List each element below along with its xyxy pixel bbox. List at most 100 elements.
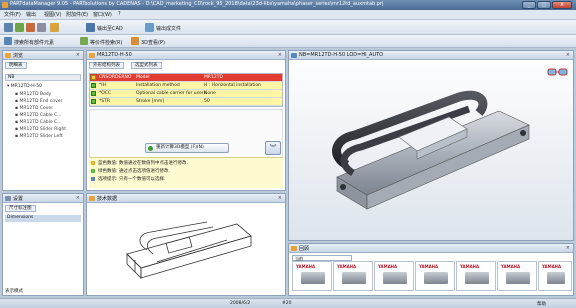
menu-window[interactable]: 窗口(W)	[93, 11, 112, 18]
thumbnail[interactable]: YAMAHA	[456, 261, 496, 291]
app-icon	[2, 2, 8, 8]
3d-model[interactable]	[329, 77, 539, 227]
print-icon[interactable]	[26, 23, 35, 32]
thumbnail-image	[342, 272, 366, 284]
table-row[interactable]: *IH Installation method H : Horizontal i…	[90, 82, 282, 90]
settings-panel-title: 设置	[13, 196, 24, 202]
tree-item-label: MR12TD End cover	[19, 99, 63, 104]
equal-search-button[interactable]: 等价件检索(R)	[90, 39, 122, 46]
orientation-glasses-icon[interactable]	[547, 67, 569, 79]
settings-panel: 设置 × 尺寸标注图 Dimensions 表示模式	[2, 193, 84, 296]
close-panel-icon[interactable]: ×	[76, 195, 80, 201]
thumbnail[interactable]: YAMAHA	[497, 261, 537, 291]
multi-search-button[interactable]: 搜索所有部件元素	[14, 39, 54, 46]
settings-icon[interactable]	[37, 23, 46, 32]
tree-item-label: MR12TD Cable C...	[19, 120, 62, 125]
tab-outline-list[interactable]: 外形结构列表	[89, 62, 124, 69]
menu-bar: 文件(F) 输出 视图(V) 附加件(E) 窗口(W) ?	[0, 10, 576, 20]
view-3d-button[interactable]: 3D查看(P)	[141, 39, 165, 46]
hint-text: 蓝色数值: 数值通过在数值列中点击进行修改.	[98, 161, 188, 166]
settings-icon	[5, 196, 11, 201]
export-table-button[interactable]: 输出成文件	[156, 25, 181, 32]
tree-item[interactable]: ▪ MR12TD Cover	[15, 106, 53, 111]
table-panel-title: MR12TD-H-50	[97, 52, 132, 58]
tab-dimension-drawing[interactable]: 尺寸标注图	[5, 205, 36, 212]
thumbnail-brand: YAMAHA	[337, 264, 357, 269]
row-value[interactable]: None	[204, 91, 216, 96]
tree-item[interactable]: ▪ MR12TD Cable C...	[15, 113, 62, 118]
parameter-table: CNSORDERNO Model MR12TD *IH Installation…	[89, 73, 283, 107]
help-icon[interactable]	[50, 23, 59, 32]
open-icon[interactable]	[4, 23, 13, 32]
lock-icon	[91, 75, 96, 80]
settings-panel-header: 设置 ×	[3, 194, 83, 203]
close-panel-icon[interactable]: ×	[278, 195, 282, 201]
row-value[interactable]: 50	[204, 99, 210, 104]
export-table-icon[interactable]	[145, 23, 154, 32]
close-panel-icon[interactable]: ×	[76, 52, 80, 58]
table-row[interactable]: *OCC Optional cable carrier for users No…	[90, 90, 282, 98]
display-mode-label: 表示模式	[5, 289, 23, 294]
tab-parts-list[interactable]: 明细表	[5, 62, 27, 69]
maximize-button[interactable]: □	[537, 1, 551, 9]
tree-root[interactable]: ▾ MR12TD-H-50	[7, 84, 42, 89]
menu-file[interactable]: 文件(F)	[4, 11, 21, 18]
menu-export[interactable]: 输出	[26, 11, 36, 18]
tree-item[interactable]: ▪ MR12TD Body	[15, 92, 51, 97]
collapse-chevron-icon[interactable]: ︾	[265, 141, 281, 155]
equal-search-icon[interactable]	[80, 37, 88, 45]
table-row[interactable]: *STR Stroke [mm] 50	[90, 98, 282, 106]
tree-item-label: MR12TD Cover	[19, 106, 54, 111]
tech-data-header: 技术数据 ×	[87, 194, 285, 203]
save-icon[interactable]	[15, 23, 24, 32]
multi-search-icon[interactable]	[4, 37, 12, 45]
thumbnail[interactable]: YAMAHA	[374, 261, 414, 291]
thumbnail-image	[465, 272, 489, 284]
hint-text: 绿色数值: 通过点击选项值进行修改.	[98, 169, 170, 174]
tree-item[interactable]: ▪ MR12TD Cable C...	[15, 120, 62, 125]
status-number: #20	[282, 301, 292, 306]
option-icon	[91, 99, 96, 104]
menu-help[interactable]: ?	[118, 11, 121, 17]
close-button[interactable]: X	[552, 1, 572, 9]
tab-option-list[interactable]: 选型式列表	[131, 62, 162, 69]
tree-root-label: MR12TD-H-50	[10, 84, 43, 89]
view-3d-icon[interactable]	[131, 37, 139, 45]
row-value[interactable]: H : Horizontal installation	[204, 83, 261, 88]
export-cad-button[interactable]: 输出至CAD	[97, 25, 123, 32]
option-icon	[91, 91, 96, 96]
hint-text: 选项提示: 只有一个数值可以选择.	[98, 177, 166, 182]
browse-panel-header: 浏览 ×	[3, 51, 83, 60]
tree-item-label: MR12TD Slider Right	[19, 127, 66, 132]
refresh-icon	[148, 146, 153, 151]
menu-view[interactable]: 视图(V)	[44, 11, 61, 18]
browse-panel-title: 浏览	[13, 53, 24, 59]
close-panel-icon[interactable]: ×	[278, 52, 282, 58]
minimize-button[interactable]: _	[522, 1, 536, 9]
browse-panel: 浏览 × 明细表 NB ▾ MR12TD-H-50 ▪ MR12TD Body …	[2, 50, 84, 191]
thumbnail-image	[547, 272, 565, 284]
tree-item[interactable]: ▪ MR12TD Slider Left	[15, 134, 63, 139]
thumbnail-brand: YAMAHA	[419, 264, 439, 269]
close-panel-icon[interactable]: ×	[566, 52, 570, 58]
close-panel-icon[interactable]: ×	[566, 245, 570, 251]
3d-viewer-panel[interactable]: NB=MR12TD-H-50 LOD=HI_AUTO ×	[288, 50, 574, 241]
thumbnail-brand: YAMAHA	[296, 264, 316, 269]
dimensions-item[interactable]: Dimensions	[5, 215, 81, 222]
thumbnail[interactable]: YAMAHA	[538, 261, 572, 291]
recalc-3d-button[interactable]: 重新计算3D模型 (F)(N)	[145, 143, 229, 153]
preview-icon	[291, 246, 297, 251]
folder-icon	[5, 53, 11, 58]
tree-item[interactable]: ▪ MR12TD End cover	[15, 99, 62, 104]
export-cad-icon[interactable]	[86, 23, 95, 32]
tree-header: NB	[5, 74, 81, 81]
thumbnail[interactable]: YAMAHA	[292, 261, 332, 291]
menu-extras[interactable]: 附加件(E)	[66, 11, 88, 18]
table-row[interactable]: CNSORDERNO Model MR12TD	[90, 74, 282, 82]
thumbnail[interactable]: YAMAHA	[415, 261, 455, 291]
tree-item-label: MR12TD Slider Left	[19, 134, 63, 139]
thumbnail[interactable]: YAMAHA	[333, 261, 373, 291]
tree-item[interactable]: ▪ MR12TD Slider Right	[15, 127, 66, 132]
hint-icon	[91, 161, 95, 165]
row-value[interactable]: MR12TD	[204, 75, 223, 80]
